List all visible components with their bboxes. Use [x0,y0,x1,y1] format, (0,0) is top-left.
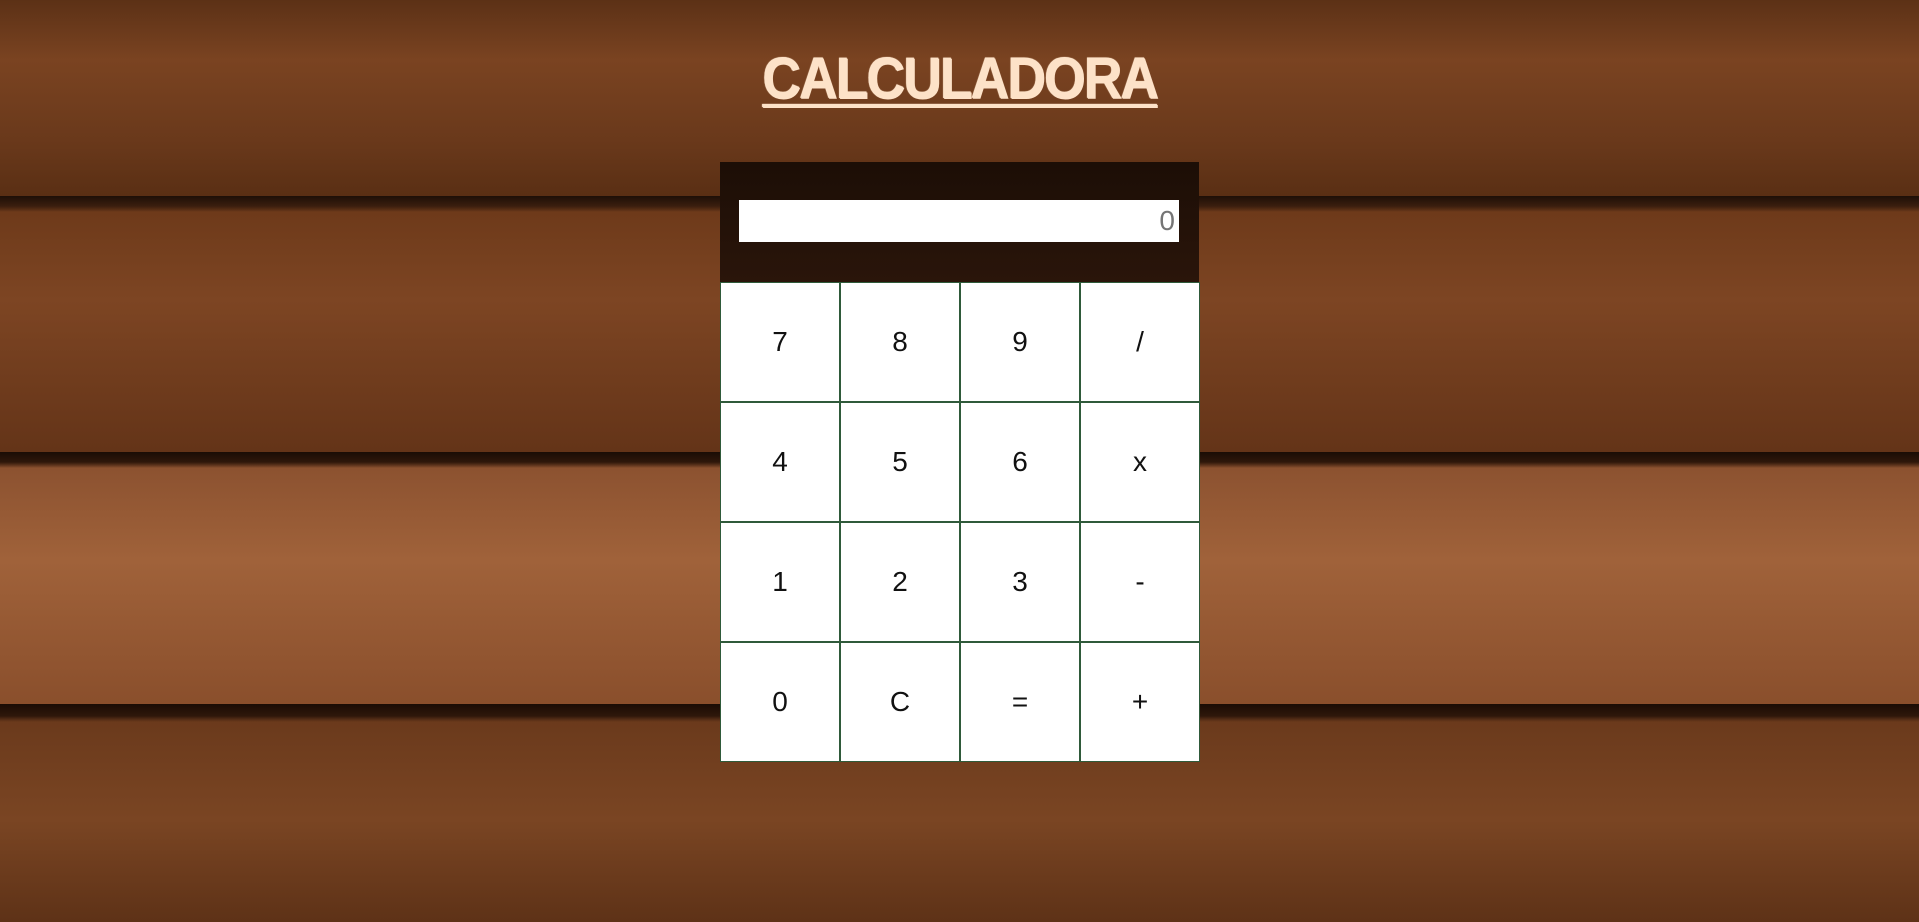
key-9-button[interactable]: 9 [960,282,1080,402]
page-title: CALCULADORA [762,46,1159,111]
display-input[interactable] [739,200,1179,242]
subtract-button[interactable]: - [1080,522,1200,642]
equals-button[interactable]: = [960,642,1080,762]
add-button[interactable]: + [1080,642,1200,762]
key-1-button[interactable]: 1 [720,522,840,642]
key-3-button[interactable]: 3 [960,522,1080,642]
display-panel [720,162,1199,282]
key-6-button[interactable]: 6 [960,402,1080,522]
key-0-button[interactable]: 0 [720,642,840,762]
key-8-button[interactable]: 8 [840,282,960,402]
key-7-button[interactable]: 7 [720,282,840,402]
key-4-button[interactable]: 4 [720,402,840,522]
key-5-button[interactable]: 5 [840,402,960,522]
calculator: 7 8 9 / 4 5 6 x 1 2 3 - 0 C = + [720,162,1200,762]
clear-button[interactable]: C [840,642,960,762]
keypad: 7 8 9 / 4 5 6 x 1 2 3 - 0 C = + [720,282,1200,762]
multiply-button[interactable]: x [1080,402,1200,522]
divide-button[interactable]: / [1080,282,1200,402]
key-2-button[interactable]: 2 [840,522,960,642]
